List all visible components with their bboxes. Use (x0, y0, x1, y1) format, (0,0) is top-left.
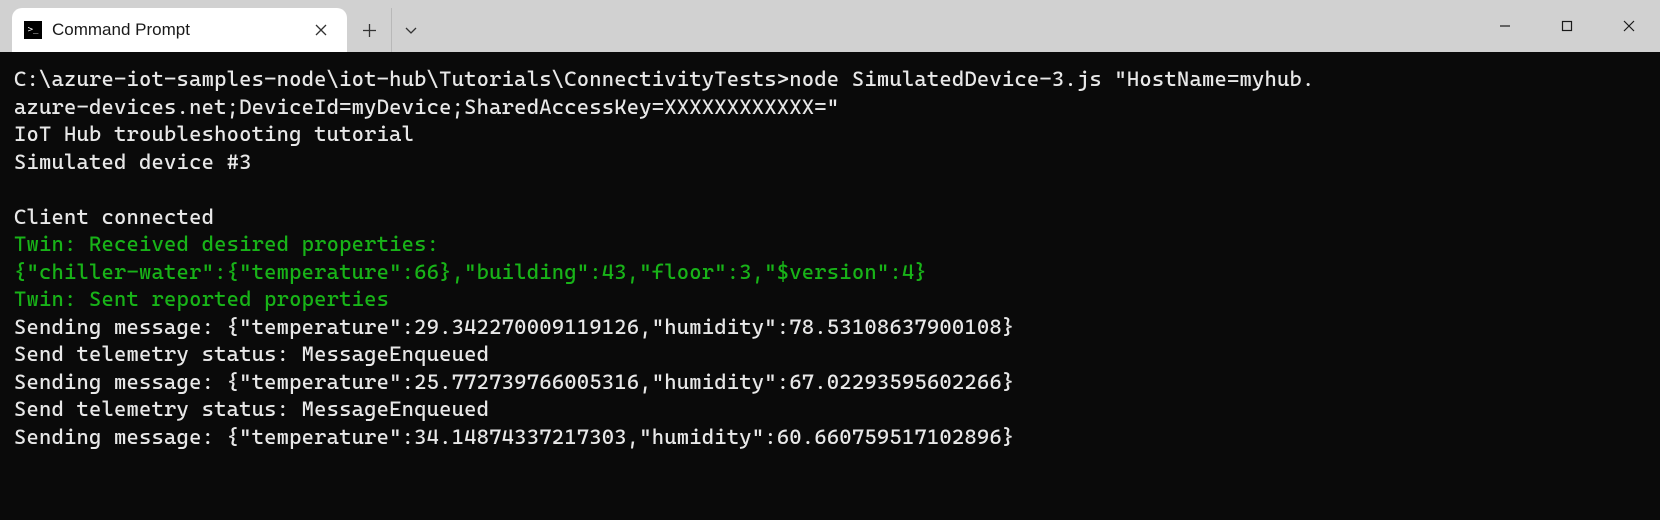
terminal-line: {"chiller-water":{"temperature":66},"bui… (14, 259, 1646, 287)
terminal-line: Twin: Received desired properties: (14, 231, 1646, 259)
maximize-icon (1560, 19, 1574, 33)
new-tab-button[interactable] (347, 8, 391, 52)
minimize-icon (1498, 19, 1512, 33)
terminal-line: IoT Hub troubleshooting tutorial (14, 121, 1646, 149)
tab-command-prompt[interactable]: >_ Command Prompt (12, 8, 347, 52)
window-titlebar: >_ Command Prompt (0, 0, 1660, 52)
terminal-line: Sending message: {"temperature":29.34227… (14, 314, 1646, 342)
command-prompt-icon: >_ (24, 21, 42, 39)
terminal-line: Send telemetry status: MessageEnqueued (14, 396, 1646, 424)
tab-close-button[interactable] (309, 18, 333, 42)
terminal-line: Client connected (14, 204, 1646, 232)
terminal-line: Sending message: {"temperature":25.77273… (14, 369, 1646, 397)
chevron-down-icon (404, 23, 418, 37)
tab-dropdown-button[interactable] (391, 8, 429, 52)
terminal-line: Simulated device #3 (14, 149, 1646, 177)
terminal-line: C:\azure-iot-samples-node\iot-hub\Tutori… (14, 66, 1646, 94)
close-icon (1622, 19, 1636, 33)
minimize-button[interactable] (1474, 0, 1536, 52)
plus-icon (362, 23, 377, 38)
terminal-line: Send telemetry status: MessageEnqueued (14, 341, 1646, 369)
terminal-line: Sending message: {"temperature":34.14874… (14, 424, 1646, 452)
terminal-output[interactable]: C:\azure-iot-samples-node\iot-hub\Tutori… (0, 52, 1660, 465)
maximize-button[interactable] (1536, 0, 1598, 52)
close-icon (315, 24, 327, 36)
terminal-line: Twin: Sent reported properties (14, 286, 1646, 314)
window-controls (1474, 0, 1660, 52)
terminal-line: azure-devices.net;DeviceId=myDevice;Shar… (14, 94, 1646, 122)
titlebar-left-group: >_ Command Prompt (0, 0, 429, 52)
terminal-line (14, 176, 1646, 204)
close-window-button[interactable] (1598, 0, 1660, 52)
tab-title: Command Prompt (52, 20, 299, 40)
